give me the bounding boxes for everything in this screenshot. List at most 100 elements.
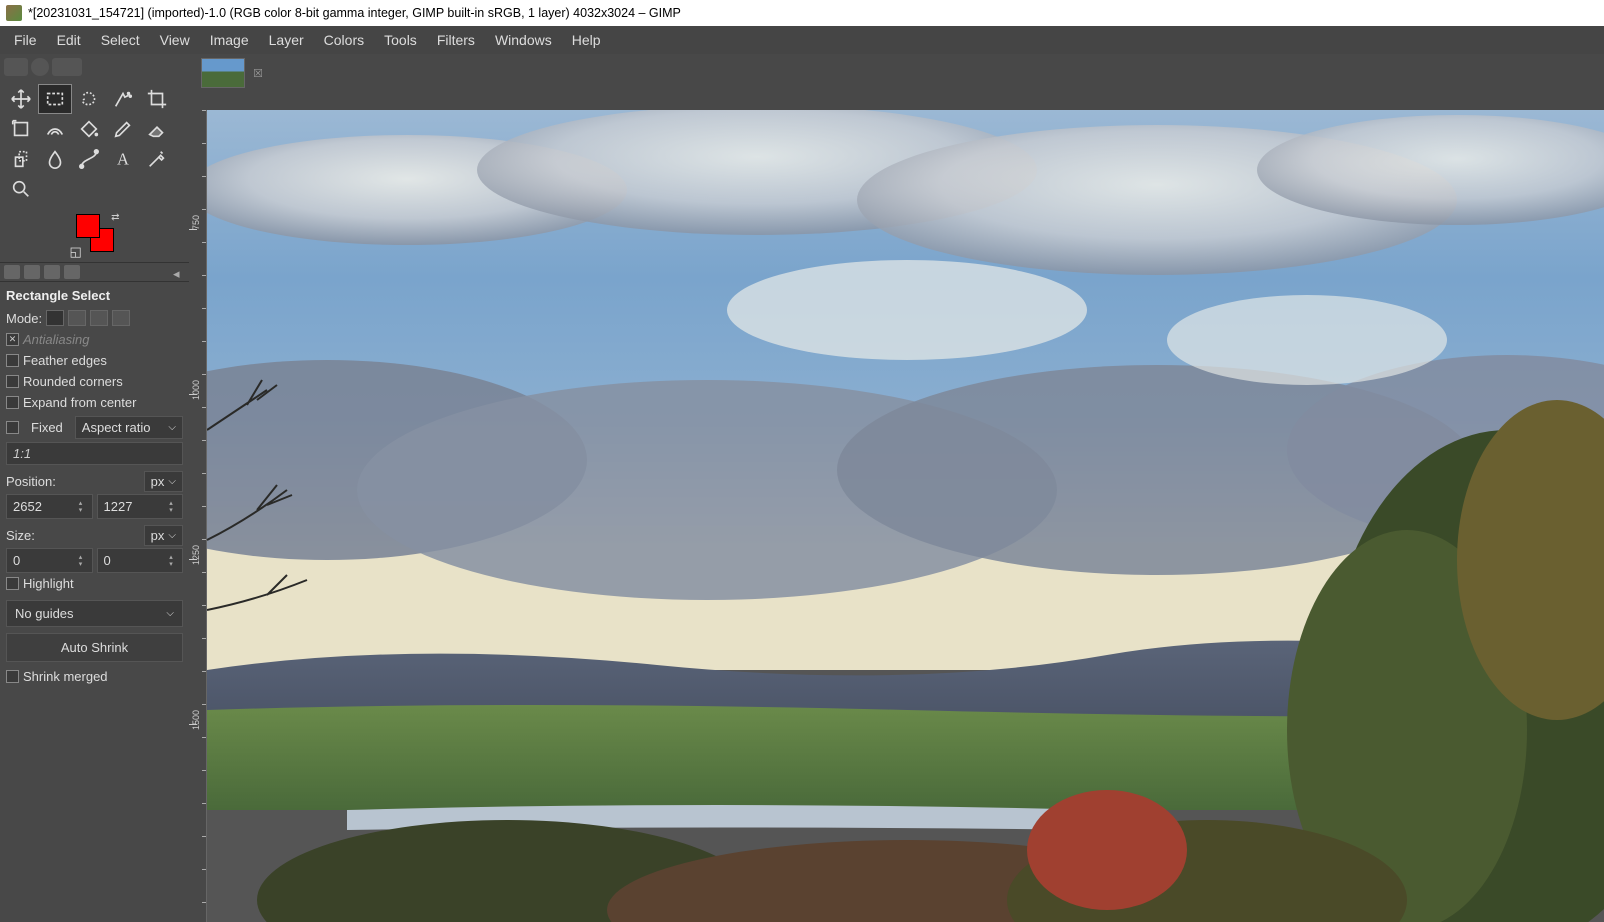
shrink-merged-label: Shrink merged: [23, 669, 108, 684]
foreground-color[interactable]: [76, 214, 100, 238]
auto-shrink-button[interactable]: Auto Shrink: [6, 633, 183, 662]
image-tabs: ☒: [189, 54, 1604, 92]
zoom-tool[interactable]: [4, 174, 38, 204]
menu-edit[interactable]: Edit: [47, 28, 91, 52]
window-titlebar: *[20231031_154721] (imported)-1.0 (RGB c…: [0, 0, 1604, 26]
mode-replace[interactable]: [46, 310, 64, 326]
crop-tool[interactable]: [140, 84, 174, 114]
spinner-icon[interactable]: ▴▾: [79, 500, 88, 514]
menu-filters[interactable]: Filters: [427, 28, 485, 52]
fixed-checkbox[interactable]: [6, 421, 19, 434]
tool-options: Rectangle Select Mode: Antialiasing Feat…: [0, 282, 189, 922]
rectangle-select-tool[interactable]: [38, 84, 72, 114]
pencil-tool[interactable]: [106, 114, 140, 144]
menu-image[interactable]: Image: [200, 28, 259, 52]
fixed-row: Fixed Aspect ratio ⌵: [6, 413, 183, 442]
size-label: Size:: [6, 528, 35, 543]
expand-row: Expand from center: [6, 392, 183, 413]
feather-label: Feather edges: [23, 353, 107, 368]
size-row: Size: px ⌵: [6, 519, 183, 548]
menu-file[interactable]: File: [4, 28, 47, 52]
canvas-viewport[interactable]: [207, 110, 1604, 922]
smudge-tool[interactable]: [38, 144, 72, 174]
left-panel: A ⇄ ◱ ◂ Rectangle Select: [0, 54, 189, 922]
shrink-merged-checkbox[interactable]: [6, 670, 19, 683]
mode-label: Mode:: [6, 311, 42, 326]
menu-select[interactable]: Select: [91, 28, 150, 52]
option-tab-1[interactable]: [4, 265, 20, 279]
vertical-ruler[interactable]: 750100012501500: [189, 110, 207, 922]
color-picker-tool[interactable]: [140, 144, 174, 174]
mode-row: Mode:: [6, 307, 183, 329]
rounded-checkbox[interactable]: [6, 375, 19, 388]
feather-checkbox[interactable]: [6, 354, 19, 367]
fixed-label: Fixed: [25, 417, 69, 438]
ratio-input-row: [6, 442, 183, 465]
size-inputs: ▴▾ ▴▾: [6, 548, 183, 573]
spinner-icon[interactable]: ▴▾: [169, 500, 178, 514]
option-tab-menu-icon[interactable]: ◂: [173, 266, 185, 278]
swap-colors-icon[interactable]: ⇄: [111, 212, 119, 223]
free-select-tool[interactable]: [72, 84, 106, 114]
tool-tab-pill: [52, 58, 82, 76]
canvas-image: [207, 110, 1604, 922]
paths-tool[interactable]: [72, 144, 106, 174]
position-x-input[interactable]: [11, 497, 79, 516]
expand-label: Expand from center: [23, 395, 136, 410]
size-w-container: ▴▾: [6, 548, 93, 573]
guides-select[interactable]: No guides ⌵: [6, 600, 183, 627]
position-label: Position:: [6, 474, 56, 489]
menu-tools[interactable]: Tools: [374, 28, 427, 52]
size-h-input[interactable]: [102, 551, 170, 570]
option-tab-3[interactable]: [44, 265, 60, 279]
chevron-down-icon: ⌵: [166, 608, 174, 619]
highlight-checkbox[interactable]: [6, 577, 19, 590]
option-tabs: ◂: [0, 262, 189, 282]
spinner-icon[interactable]: ▴▾: [79, 554, 88, 568]
fuzzy-select-tool[interactable]: [106, 84, 140, 114]
option-tab-4[interactable]: [64, 265, 80, 279]
size-w-input[interactable]: [11, 551, 79, 570]
chevron-down-icon: ⌵: [168, 422, 176, 433]
menu-view[interactable]: View: [150, 28, 200, 52]
position-y-container: ▴▾: [97, 494, 184, 519]
size-h-container: ▴▾: [97, 548, 184, 573]
option-tab-2[interactable]: [24, 265, 40, 279]
expand-checkbox[interactable]: [6, 396, 19, 409]
text-tool[interactable]: A: [106, 144, 140, 174]
position-unit-select[interactable]: px ⌵: [144, 471, 183, 492]
fixed-select[interactable]: Aspect ratio ⌵: [75, 416, 183, 439]
ratio-input[interactable]: [13, 446, 189, 461]
tool-tab-shape: [4, 58, 28, 76]
clone-tool[interactable]: [4, 144, 38, 174]
highlight-row: Highlight: [6, 573, 183, 594]
size-unit-select[interactable]: px ⌵: [144, 525, 183, 546]
move-tool[interactable]: [4, 84, 38, 114]
menu-windows[interactable]: Windows: [485, 28, 562, 52]
mode-add[interactable]: [68, 310, 86, 326]
position-inputs: ▴▾ ▴▾: [6, 494, 183, 519]
image-tab[interactable]: ☒: [195, 55, 271, 91]
size-unit: px: [151, 528, 165, 543]
mode-subtract[interactable]: [90, 310, 108, 326]
menu-layer[interactable]: Layer: [259, 28, 314, 52]
close-tab-icon[interactable]: ☒: [251, 66, 265, 80]
chevron-down-icon: ⌵: [168, 476, 176, 487]
antialiasing-label: Antialiasing: [23, 332, 90, 347]
menu-help[interactable]: Help: [562, 28, 611, 52]
default-colors-icon[interactable]: ◱: [70, 244, 80, 254]
rounded-row: Rounded corners: [6, 371, 183, 392]
transform-tool[interactable]: [4, 114, 38, 144]
mode-intersect[interactable]: [112, 310, 130, 326]
position-y-input[interactable]: [102, 497, 170, 516]
tool-tabs: [0, 54, 189, 80]
bucket-fill-tool[interactable]: [72, 114, 106, 144]
warp-tool[interactable]: [38, 114, 72, 144]
antialiasing-checkbox[interactable]: [6, 333, 19, 346]
image-tab-thumbnail: [201, 58, 245, 88]
eraser-tool[interactable]: [140, 114, 174, 144]
tool-tab-circle: [31, 58, 49, 76]
menu-colors[interactable]: Colors: [314, 28, 374, 52]
spinner-icon[interactable]: ▴▾: [169, 554, 178, 568]
chevron-down-icon: ⌵: [168, 530, 176, 541]
